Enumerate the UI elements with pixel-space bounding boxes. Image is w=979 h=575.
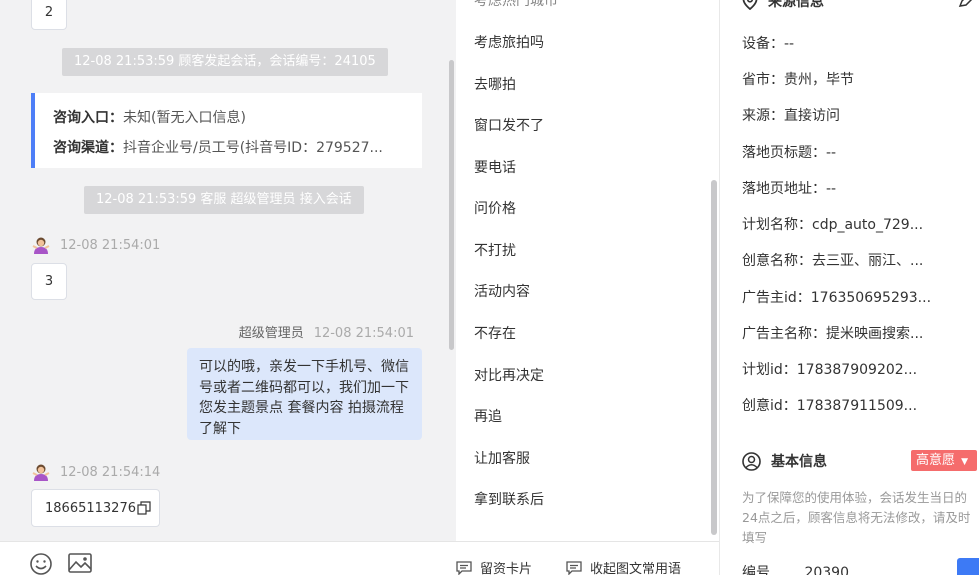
channel-label: 咨询渠道：: [53, 140, 123, 156]
quick-reply-item[interactable]: 要电话: [474, 157, 516, 177]
customer-message-bubble: 2: [31, 0, 67, 30]
quick-reply-item[interactable]: 活动内容: [474, 281, 530, 301]
quick-reply-item[interactable]: 不打扰: [474, 240, 516, 260]
customer-header: 12-08 21:54:14: [32, 463, 160, 481]
staff-name: 超级管理员: [238, 326, 304, 341]
source-field-landing-title: 落地页标题：--: [742, 145, 837, 161]
lead-card-button[interactable]: 留资卡片: [456, 558, 532, 575]
chat-toolbar: [0, 541, 456, 575]
message-time: 12-08 21:54:14: [60, 464, 161, 480]
source-field-creative-id: 创意id：178387911509...: [742, 398, 918, 414]
consult-info-card: 咨询入口：未知(暂无入口信息) 咨询渠道：抖音企业号/员工号(抖音号ID：279…: [31, 93, 422, 168]
channel-row: 咨询渠道：抖音企业号/员工号(抖音号ID：279527...: [53, 133, 422, 163]
entry-label: 咨询入口：: [53, 110, 123, 126]
message-text: 18665113276: [45, 500, 136, 516]
source-field-region: 省市：贵州，毕节: [742, 72, 854, 88]
quick-reply-item[interactable]: 问价格: [474, 198, 516, 218]
chat-scrollbar[interactable]: [449, 60, 454, 350]
source-info-title: 来源信息: [768, 0, 824, 10]
system-message-join: 12-08 21:53:59 客服 超级管理员 接入会话: [84, 186, 364, 214]
quick-reply-item[interactable]: 再追: [474, 406, 502, 426]
chat-panel: 2 12-08 21:53:59 顾客发起会话，会话编号：24105 咨询入口：…: [0, 0, 456, 575]
source-field-creative-name: 创意名称：去三亚、丽江、...: [742, 253, 924, 269]
quick-reply-item[interactable]: 考虑热门城市: [474, 0, 558, 10]
quick-reply-scrollbar[interactable]: [711, 180, 717, 535]
card-icon: [456, 560, 472, 575]
customer-avatar-icon: [32, 464, 50, 481]
quick-reply-item[interactable]: 让加客服: [474, 448, 530, 468]
location-pin-icon: [742, 0, 758, 10]
customer-message-bubble: 3: [31, 263, 67, 300]
floating-action-button[interactable]: [957, 558, 979, 575]
quick-reply-panel: 考虑热门城市 考虑旅拍吗 去哪拍 窗口发不了 要电话 问价格 不打扰 活动内容 …: [456, 0, 719, 575]
source-field-plan-id: 计划id：178387909202...: [742, 362, 918, 378]
customer-header: 12-08 21:54:01: [32, 236, 160, 254]
copy-icon[interactable]: [137, 501, 151, 515]
collapse-phrases-button[interactable]: 收起图文常用语: [566, 558, 681, 575]
user-circle-icon: [742, 451, 761, 471]
quick-reply-item[interactable]: 对比再决定: [474, 365, 544, 385]
collapse-icon: [566, 560, 582, 575]
source-field-plan-name: 计划名称：cdp_auto_729...: [742, 217, 924, 233]
edit-icon[interactable]: [958, 0, 976, 8]
number-value: 20390: [804, 565, 849, 575]
customer-avatar-icon: [32, 237, 50, 254]
entry-row: 咨询入口：未知(暂无入口信息): [53, 103, 422, 133]
customer-info-panel: 来源信息 设备：-- 省市：贵州，毕节 来源：直接访问 落地页标题：-- 落地页…: [720, 0, 979, 575]
quick-reply-item[interactable]: 不存在: [474, 323, 516, 343]
quick-reply-item[interactable]: 窗口发不了: [474, 115, 544, 135]
source-field-advertiser-id: 广告主id：176350695293...: [742, 290, 932, 306]
message-time: 12-08 21:54:01: [60, 237, 161, 253]
basic-info-title: 基本信息: [771, 454, 827, 470]
staff-header: 超级管理员 12-08 21:54:01: [239, 322, 414, 341]
message-text: 2: [44, 4, 54, 20]
source-field-source: 来源：直接访问: [742, 108, 840, 124]
staff-message-bubble: 可以的哦，亲发一下手机号、微信号或者二维码都可以，我们加一下您发主题景点 套餐内…: [187, 348, 422, 440]
message-time: 12-08 21:54:01: [313, 326, 414, 341]
source-field-advertiser-name: 广告主名称：提米映画搜索...: [742, 326, 924, 342]
emoji-icon[interactable]: [29, 552, 53, 575]
entry-value: 未知(暂无入口信息): [123, 110, 246, 126]
image-icon[interactable]: [68, 551, 92, 575]
customer-message-bubble: 18665113276: [31, 489, 160, 527]
message-list[interactable]: 2 12-08 21:53:59 顾客发起会话，会话编号：24105 咨询入口：…: [0, 0, 449, 541]
source-field-device: 设备：--: [742, 36, 795, 52]
quick-reply-footer: 留资卡片 收起图文常用语: [456, 541, 719, 575]
quick-reply-item[interactable]: 考虑旅拍吗: [474, 32, 544, 52]
quick-reply-item[interactable]: 拿到联系后: [474, 489, 544, 509]
number-field: 编号 20390: [742, 562, 849, 575]
quick-reply-item[interactable]: 去哪拍: [474, 74, 516, 94]
message-text: 3: [44, 274, 54, 289]
system-message-start: 12-08 21:53:59 顾客发起会话，会话编号：24105: [62, 48, 388, 76]
chevron-down-icon: ▼: [961, 457, 969, 467]
basic-info-header: 基本信息: [742, 451, 827, 471]
intent-level-dropdown[interactable]: 高意愿 ▼: [911, 450, 977, 471]
message-text: 可以的哦，亲发一下手机号、微信号或者二维码都可以，我们加一下您发主题景点 套餐内…: [199, 359, 409, 437]
lead-card-label: 留资卡片: [480, 562, 533, 575]
basic-info-note: 为了保障您的使用体验，会话发生当日的24点之后，顾客信息将无法修改，请及时填写: [742, 490, 971, 545]
collapse-phrases-label: 收起图文常用语: [590, 562, 682, 575]
source-field-landing-url: 落地页地址：--: [742, 181, 837, 197]
intent-level-label: 高意愿: [916, 453, 956, 468]
app-root: 2 12-08 21:53:59 顾客发起会话，会话编号：24105 咨询入口：…: [0, 0, 979, 575]
source-info-header: 来源信息: [742, 0, 824, 11]
number-label: 编号: [742, 565, 770, 575]
channel-value: 抖音企业号/员工号(抖音号ID：279527...: [123, 140, 383, 156]
